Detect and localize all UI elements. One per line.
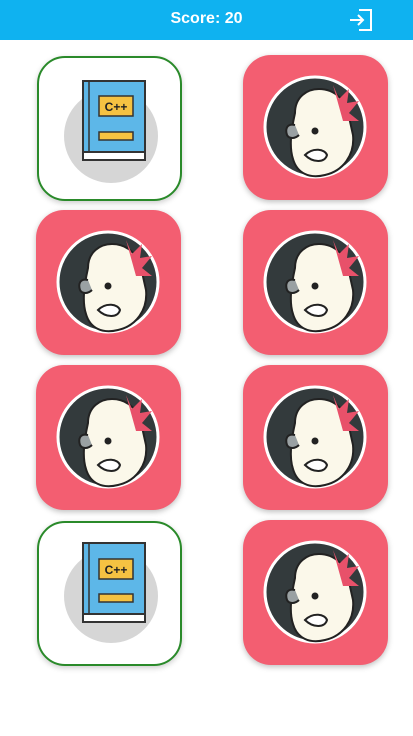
- penguin-icon: [56, 230, 160, 334]
- memory-card-4[interactable]: [243, 210, 388, 355]
- memory-card-1[interactable]: C++: [37, 56, 182, 201]
- exit-button[interactable]: [347, 7, 375, 33]
- cpp-book-icon: C++: [64, 80, 158, 183]
- penguin-icon: [263, 230, 367, 334]
- memory-card-8[interactable]: [243, 520, 388, 665]
- penguin-icon: [263, 75, 367, 179]
- penguin-icon: [263, 385, 367, 489]
- exit-icon: [350, 9, 372, 31]
- memory-card-2[interactable]: [243, 55, 388, 200]
- top-bar: Score: 20: [0, 0, 413, 40]
- memory-card-6[interactable]: [243, 365, 388, 510]
- cpp-book-icon: C++: [64, 542, 158, 643]
- book-label: C++: [105, 563, 128, 577]
- memory-card-3[interactable]: [36, 210, 181, 355]
- memory-card-5[interactable]: [36, 365, 181, 510]
- penguin-icon: [56, 385, 160, 489]
- penguin-icon: [263, 540, 367, 644]
- book-label: C++: [105, 100, 128, 114]
- memory-card-7[interactable]: C++: [37, 521, 182, 666]
